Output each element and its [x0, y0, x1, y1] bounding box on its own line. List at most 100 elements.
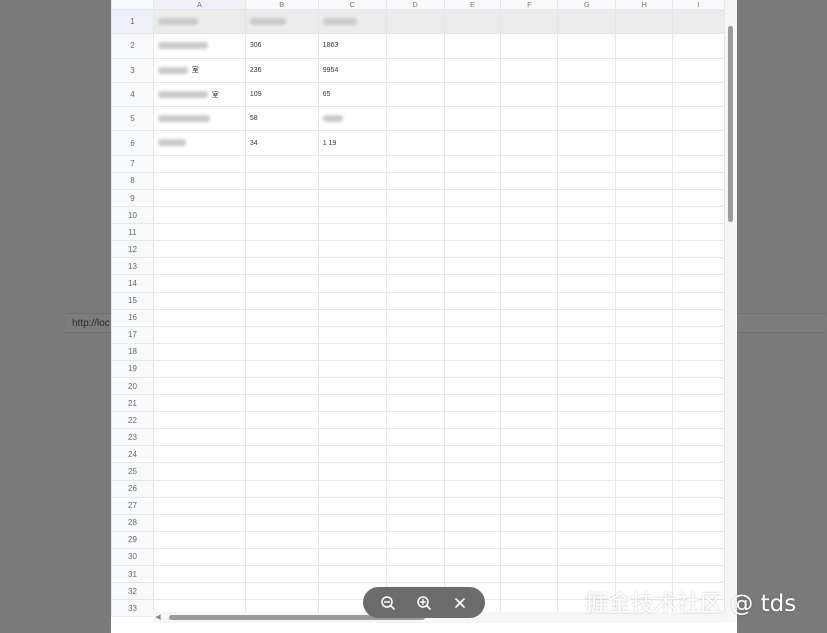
cell-e27[interactable]	[443, 496, 502, 515]
column-header-d[interactable]: D	[385, 0, 445, 10]
cell-f3[interactable]	[500, 57, 559, 83]
cell-a23[interactable]	[152, 428, 246, 447]
cell-f26[interactable]	[500, 479, 559, 498]
cell-a30[interactable]	[152, 547, 246, 567]
column-header-h[interactable]: H	[615, 0, 674, 10]
cell-h28[interactable]	[615, 513, 674, 532]
cell-d20[interactable]	[385, 376, 445, 396]
cell-c6[interactable]: 1 19	[317, 130, 387, 156]
cell-b17[interactable]	[244, 325, 319, 344]
cell-e5[interactable]	[443, 106, 502, 132]
cell-a2[interactable]	[152, 33, 246, 59]
row-header[interactable]: 10	[111, 206, 154, 225]
cell-b13[interactable]	[244, 257, 319, 276]
cell-e12[interactable]	[443, 240, 502, 259]
cell-f30[interactable]	[500, 547, 559, 567]
cell-h29[interactable]	[615, 530, 674, 549]
cell-b23[interactable]	[244, 428, 319, 447]
cell-b21[interactable]	[244, 394, 319, 413]
cell-g20[interactable]	[557, 376, 617, 396]
row-header[interactable]: 25	[111, 462, 154, 481]
cell-c19[interactable]	[317, 359, 387, 379]
zoom-out-button[interactable]	[377, 592, 399, 614]
cell-h23[interactable]	[615, 428, 674, 447]
cell-g9[interactable]	[557, 188, 617, 208]
cell-b19[interactable]	[244, 359, 319, 379]
cell-b7[interactable]	[244, 154, 319, 173]
row-header[interactable]: 12	[111, 240, 154, 259]
cell-d19[interactable]	[385, 359, 445, 379]
cell-a21[interactable]	[152, 394, 246, 413]
cell-e4[interactable]	[443, 81, 502, 108]
cell-b28[interactable]	[244, 513, 319, 532]
cell-a3[interactable]: 室	[152, 57, 246, 83]
cell-d26[interactable]	[385, 479, 445, 498]
column-header-b[interactable]: B	[244, 0, 319, 10]
cell-i2[interactable]	[672, 33, 725, 59]
cell-a15[interactable]	[152, 291, 246, 310]
cell-e24[interactable]	[443, 445, 502, 464]
cell-d5[interactable]	[385, 106, 445, 132]
cell-c10[interactable]	[317, 206, 387, 225]
cell-d1[interactable]	[385, 8, 445, 35]
row-header[interactable]: 28	[111, 513, 154, 532]
cell-e20[interactable]	[443, 376, 502, 396]
cell-h15[interactable]	[615, 291, 674, 310]
cell-f24[interactable]	[500, 445, 559, 464]
cell-f7[interactable]	[500, 154, 559, 173]
cell-f22[interactable]	[500, 411, 559, 430]
cell-b25[interactable]	[244, 462, 319, 481]
row-header[interactable]: 24	[111, 445, 154, 464]
cell-g31[interactable]	[557, 565, 617, 584]
cell-e21[interactable]	[443, 394, 502, 413]
cell-g21[interactable]	[557, 394, 617, 413]
column-header-g[interactable]: G	[557, 0, 617, 10]
cell-a7[interactable]	[152, 154, 246, 173]
cell-f25[interactable]	[500, 462, 559, 481]
zoom-in-button[interactable]	[413, 592, 435, 614]
cell-d15[interactable]	[385, 291, 445, 310]
cell-b16[interactable]	[244, 308, 319, 327]
corner-cell[interactable]	[111, 0, 154, 10]
cell-i28[interactable]	[672, 513, 725, 532]
cell-f19[interactable]	[500, 359, 559, 379]
cell-b31[interactable]	[244, 565, 319, 584]
spreadsheet-grid[interactable]: A B C D E F G H I 1 2 306 1863 3 室 236 9954 4 室 10…	[111, 0, 725, 622]
cell-i21[interactable]	[672, 394, 725, 413]
cell-h12[interactable]	[615, 240, 674, 259]
row-header[interactable]: 20	[111, 376, 154, 396]
cell-a26[interactable]	[152, 479, 246, 498]
cell-h11[interactable]	[615, 223, 674, 242]
cell-i8[interactable]	[672, 171, 725, 190]
cell-a28[interactable]	[152, 513, 246, 532]
cell-a8[interactable]	[152, 171, 246, 190]
cell-f31[interactable]	[500, 565, 559, 584]
cell-b6[interactable]: 34	[244, 130, 319, 156]
cell-f16[interactable]	[500, 308, 559, 327]
cell-g11[interactable]	[557, 223, 617, 242]
cell-i20[interactable]	[672, 376, 725, 396]
cell-b11[interactable]	[244, 223, 319, 242]
column-header-i[interactable]: I	[672, 0, 725, 10]
cell-g27[interactable]	[557, 496, 617, 515]
cell-e10[interactable]	[443, 206, 502, 225]
cell-f20[interactable]	[500, 376, 559, 396]
cell-i23[interactable]	[672, 428, 725, 447]
cell-e14[interactable]	[443, 274, 502, 293]
cell-g2[interactable]	[557, 33, 617, 59]
cell-i7[interactable]	[672, 154, 725, 173]
row-header[interactable]: 27	[111, 496, 154, 515]
cell-e25[interactable]	[443, 462, 502, 481]
cell-c2[interactable]: 1863	[317, 33, 387, 59]
row-header[interactable]: 33	[111, 599, 154, 618]
cell-h5[interactable]	[615, 106, 674, 132]
row-header[interactable]: 11	[111, 223, 154, 242]
cell-e28[interactable]	[443, 513, 502, 532]
cell-f8[interactable]	[500, 171, 559, 190]
row-header[interactable]: 15	[111, 291, 154, 310]
cell-d12[interactable]	[385, 240, 445, 259]
cell-g29[interactable]	[557, 530, 617, 549]
cell-h22[interactable]	[615, 411, 674, 430]
cell-e17[interactable]	[443, 325, 502, 344]
cell-c20[interactable]	[317, 376, 387, 396]
